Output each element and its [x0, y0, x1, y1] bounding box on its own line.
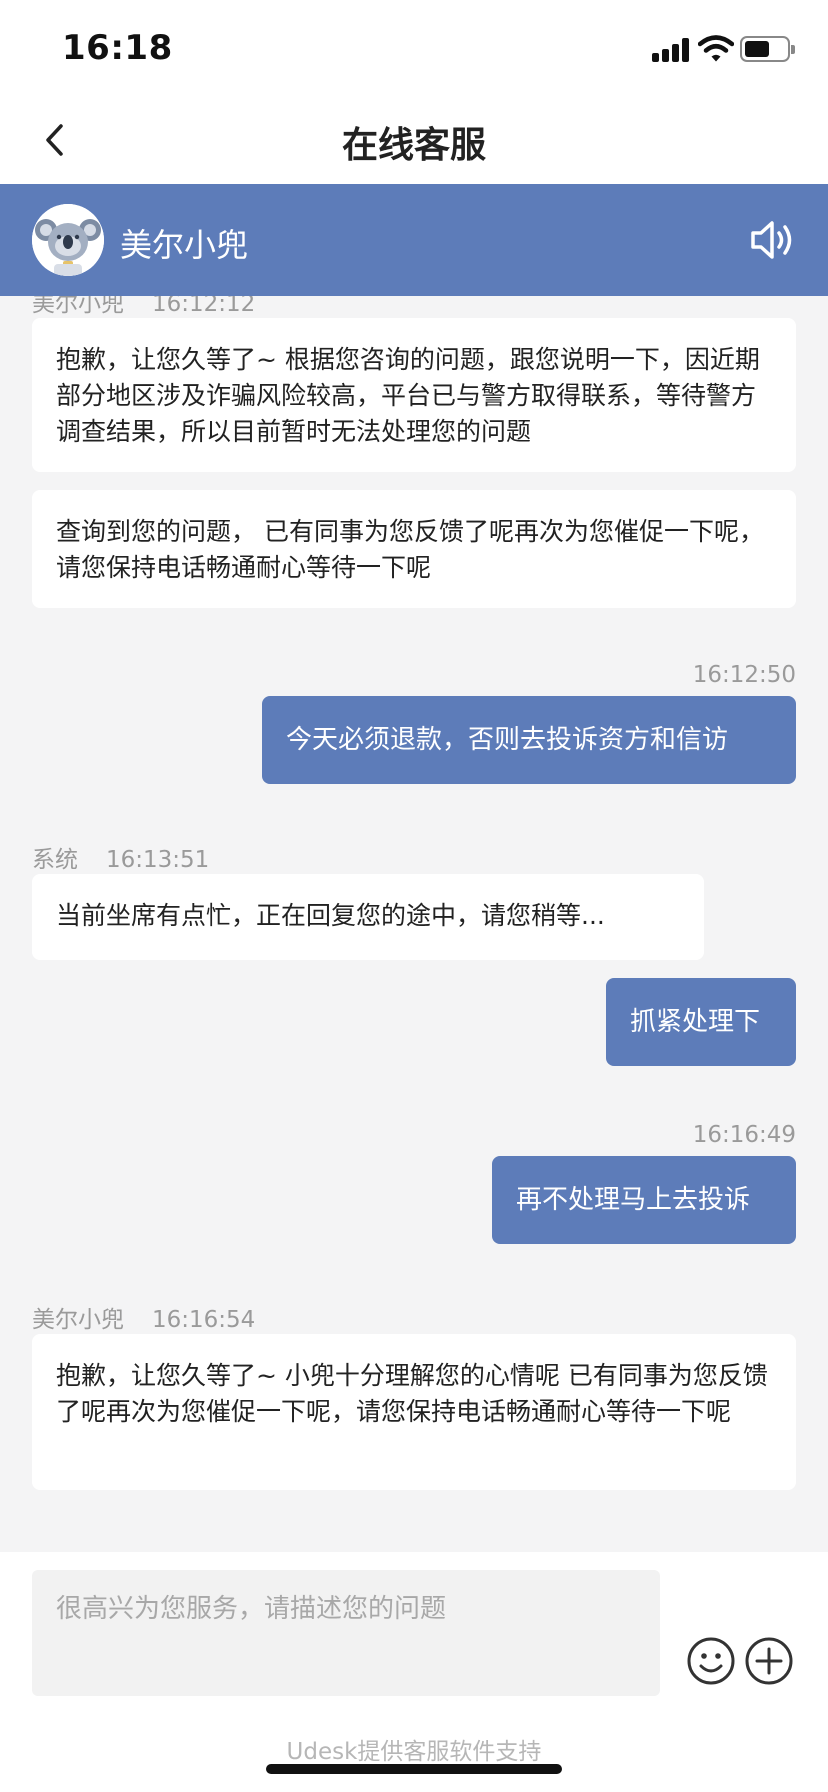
system-message-bubble: 当前坐席有点忙，正在回复您的途中，请您稍等...: [32, 874, 704, 960]
battery-icon: [740, 36, 795, 62]
avatar: [32, 204, 104, 276]
agent-message-bubble: 抱歉，让您久等了~ 小兜十分理解您的心情呢 已有同事为您反馈了呢再次为您催促一下…: [32, 1334, 796, 1490]
agent-header: 美尔小兜: [0, 184, 828, 296]
emoji-button[interactable]: [686, 1636, 736, 1686]
screen: 16:18 在线客服 美尔小兜 美尔小兜 16:12:12 抱歉，让您久等了~ …: [0, 0, 828, 1792]
input-bar: Udesk提供客服软件支持: [0, 1552, 828, 1792]
plus-circle-icon: [745, 1637, 793, 1685]
nav-bar: 在线客服: [0, 96, 828, 184]
message-meta: 美尔小兜 16:12:12: [32, 296, 255, 318]
signal-icon: [652, 38, 692, 62]
message-time: 16:12:50: [692, 662, 796, 688]
user-message-bubble: 抓紧处理下: [606, 978, 796, 1066]
message-time: 16:16:49: [692, 1122, 796, 1148]
speaker-icon: [751, 221, 792, 259]
plus-button[interactable]: [744, 1636, 794, 1686]
message-sender: 美尔小兜: [32, 1307, 124, 1333]
page-title: 在线客服: [341, 125, 486, 166]
user-message-bubble: 再不处理马上去投诉: [492, 1156, 796, 1244]
home-indicator[interactable]: [266, 1764, 562, 1774]
status-time: 16:18: [62, 28, 173, 68]
smiley-icon: [687, 1637, 735, 1685]
message-time: 16:13:51: [106, 847, 210, 873]
message-time: 16:12:12: [152, 296, 256, 317]
speaker-button[interactable]: [750, 218, 798, 262]
agent-name: 美尔小兜: [120, 226, 249, 264]
chat-messages[interactable]: 美尔小兜 16:12:12 抱歉，让您久等了~ 根据您咨询的问题，跟您说明一下，因…: [0, 296, 828, 1552]
wifi-icon: [698, 35, 734, 62]
message-input[interactable]: [32, 1570, 660, 1696]
footer-note: Udesk提供客服软件支持: [286, 1739, 542, 1765]
koala-avatar: [32, 204, 104, 276]
message-meta: 系统 16:13:51: [32, 840, 209, 874]
status-bar: 16:18: [0, 0, 828, 96]
message-sender: 美尔小兜: [32, 296, 124, 317]
agent-message-bubble: 抱歉，让您久等了~ 根据您咨询的问题，跟您说明一下，因近期部分地区涉及诈骗风险较…: [32, 318, 796, 472]
message-sender: 系统: [32, 847, 78, 873]
message-meta: 美尔小兜 16:16:54: [32, 1300, 255, 1334]
message-time: 16:16:54: [152, 1307, 256, 1333]
user-message-bubble: 今天必须退款，否则去投诉资方和信访: [262, 696, 796, 784]
agent-message-bubble: 查询到您的问题， 已有同事为您反馈了呢再次为您催促一下呢，请您保持电话畅通耐心等…: [32, 490, 796, 608]
